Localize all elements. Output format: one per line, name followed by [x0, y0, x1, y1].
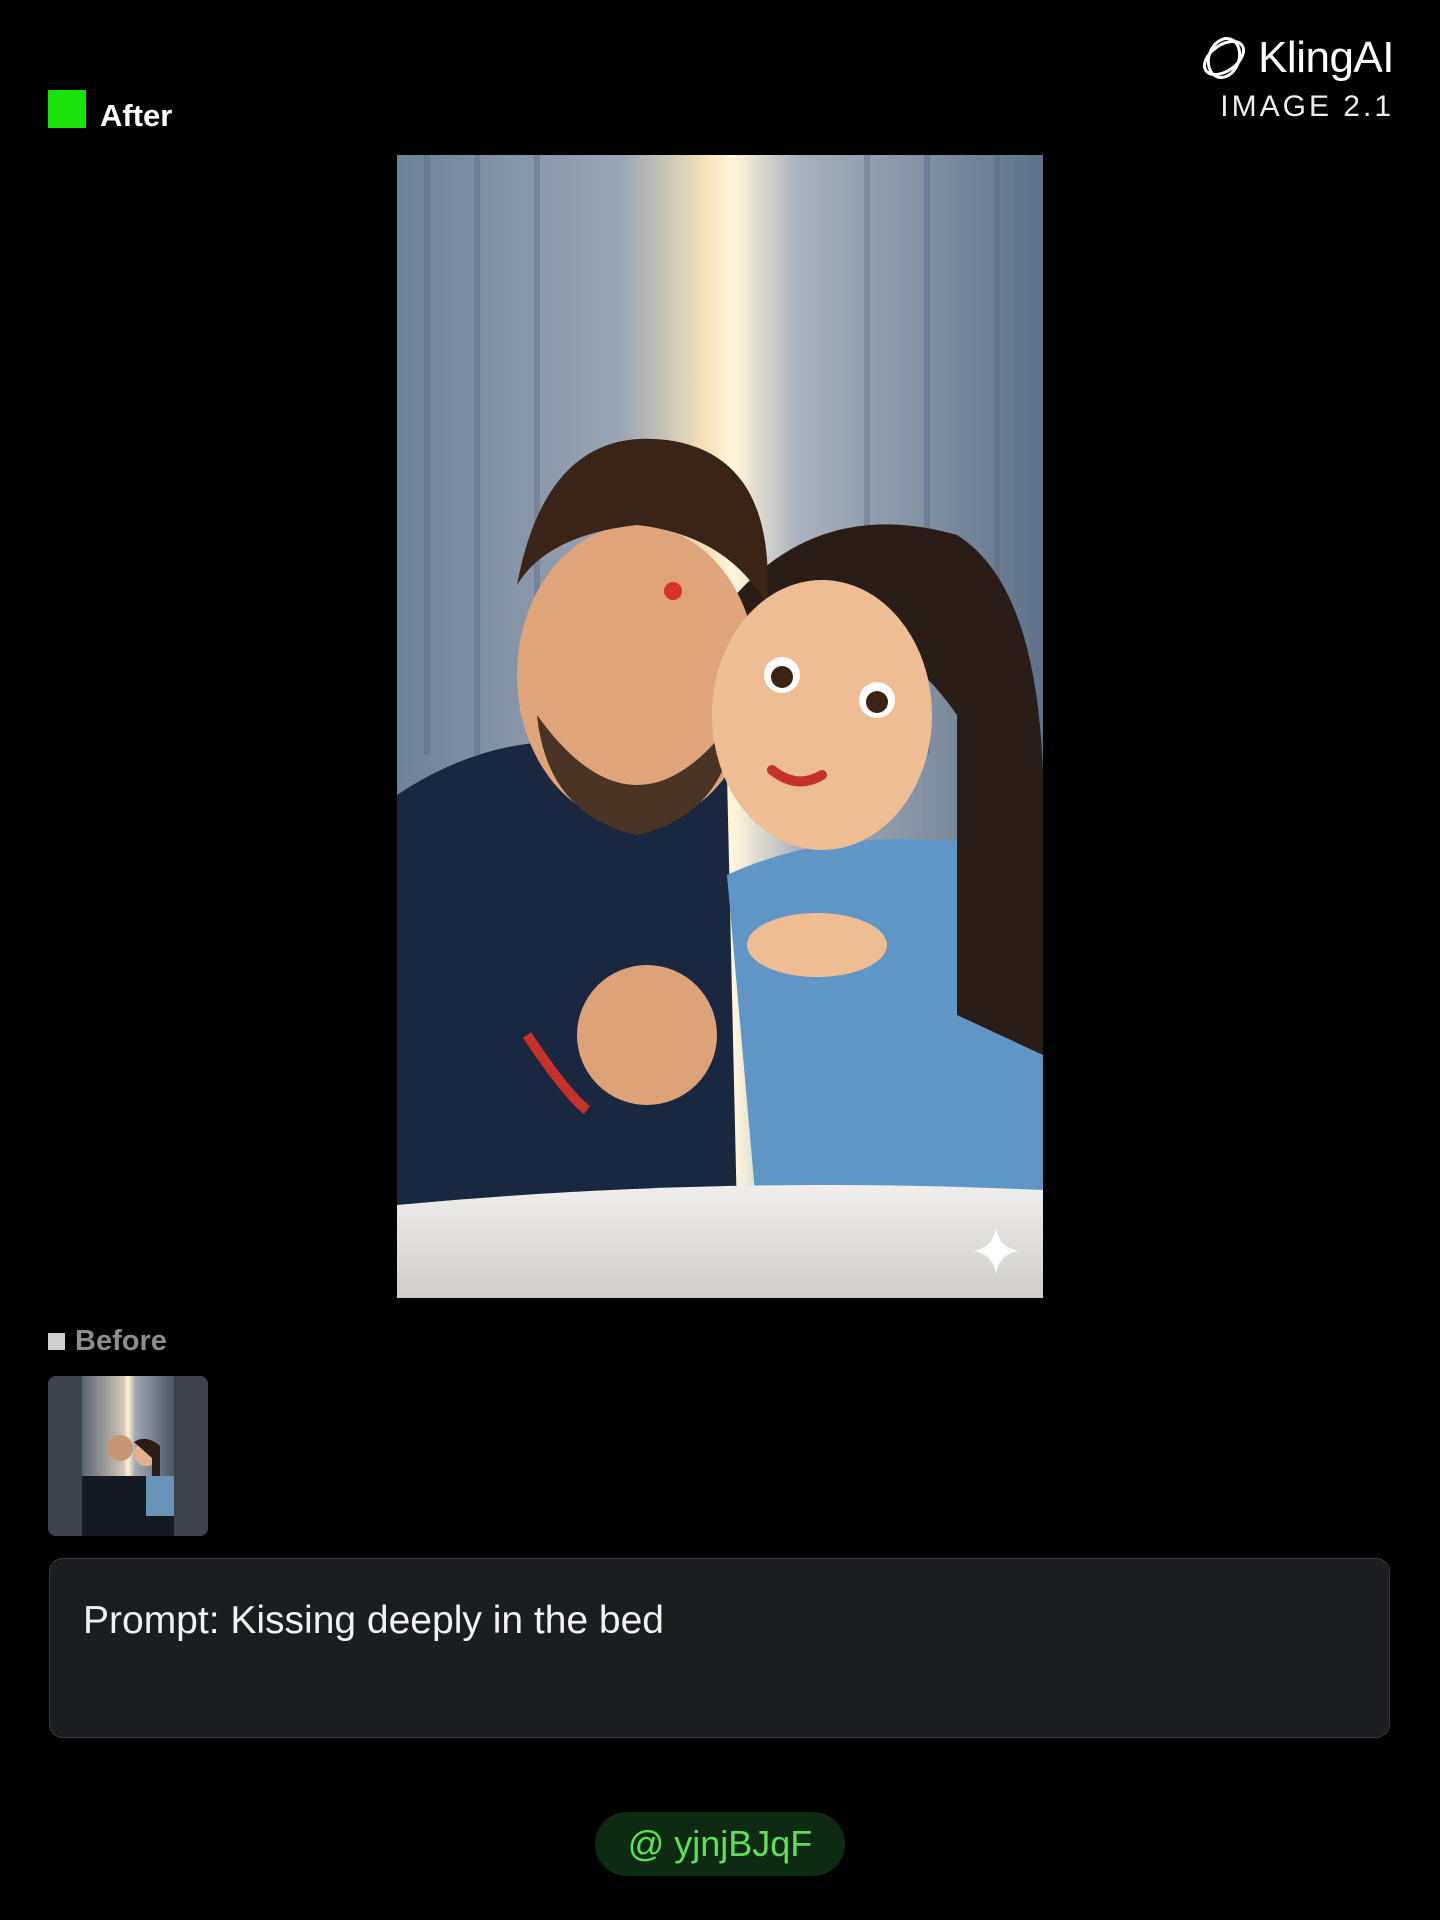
before-label-text: Before: [75, 1325, 167, 1357]
brand-name: KlingAI: [1258, 33, 1394, 82]
user-handle: @ yjnjBJqF: [627, 1823, 813, 1864]
before-swatch: [48, 1333, 65, 1350]
kling-orbit-icon: [1203, 37, 1246, 79]
after-label: After: [48, 84, 172, 134]
four-point-star-icon: [973, 1228, 1019, 1274]
user-handle-badge[interactable]: @ yjnjBJqF: [595, 1812, 845, 1876]
before-label: Before: [48, 1325, 167, 1358]
before-thumbnail[interactable]: [48, 1376, 208, 1536]
brand-logo: KlingAI IMAGE 2.1: [1198, 32, 1394, 124]
after-swatch: [48, 90, 86, 128]
generated-image: [397, 155, 1043, 1298]
prompt-box: Prompt: Kissing deeply in the bed: [49, 1558, 1390, 1738]
brand-product: IMAGE 2.1: [1220, 90, 1394, 123]
after-label-text: After: [100, 98, 173, 133]
prompt-text: Prompt: Kissing deeply in the bed: [83, 1599, 665, 1642]
